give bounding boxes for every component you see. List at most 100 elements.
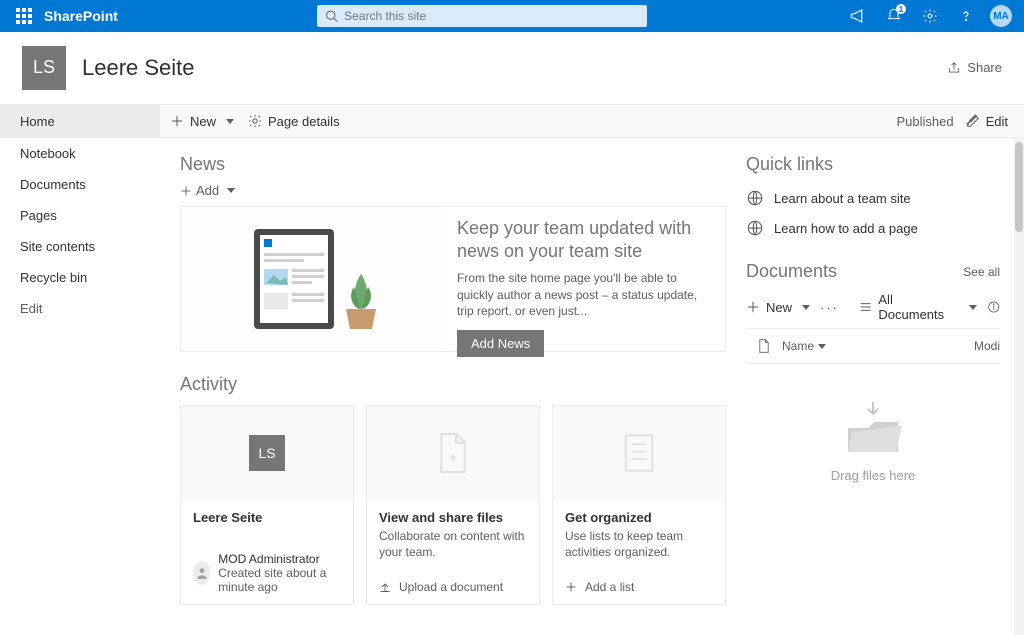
published-label: Published	[896, 114, 953, 129]
news-card: Keep your team updated with news on your…	[180, 206, 726, 352]
command-buttons: New Page details	[160, 105, 340, 137]
suite-icons: 1 MA	[846, 4, 1016, 28]
brand-label[interactable]: SharePoint	[44, 8, 118, 24]
search-icon	[325, 9, 338, 23]
documents-toolbar: New ··· All Documents	[746, 292, 1000, 329]
docs-view-label: All Documents	[878, 292, 958, 322]
quicklink-team-site[interactable]: Learn about a team site	[746, 183, 1000, 213]
upload-icon	[379, 581, 391, 593]
globe-icon	[746, 189, 764, 207]
list-icon	[621, 431, 657, 475]
news-illustration	[181, 207, 441, 351]
activity-card-footer: MOD Administrator Created site about a m…	[181, 542, 353, 604]
add-list-label: Add a list	[585, 580, 634, 594]
upload-document-button[interactable]: Upload a document	[367, 570, 539, 604]
new-label: New	[190, 114, 216, 129]
gear-icon	[248, 114, 262, 128]
help-button[interactable]	[954, 4, 978, 28]
account-avatar[interactable]: MA	[990, 5, 1012, 27]
activity-user: MOD Administrator	[218, 552, 341, 566]
documents-drop-zone[interactable]: Drag files here	[746, 400, 1000, 483]
docs-view-button[interactable]: All Documents	[859, 292, 976, 322]
site-logo-small: LS	[249, 435, 285, 471]
content-area: News Add	[160, 138, 1024, 635]
page-details-label: Page details	[268, 114, 340, 129]
main-column: News Add	[180, 154, 726, 605]
col-name[interactable]: Name	[782, 339, 826, 353]
docs-new-button[interactable]: New	[746, 300, 810, 315]
plus-icon	[746, 300, 760, 314]
person-icon	[193, 561, 210, 585]
news-body: From the site home page you'll be able t…	[457, 270, 713, 320]
documents-header: Documents See all	[746, 261, 1000, 282]
command-left: Home	[0, 105, 160, 137]
quicklink-label: Learn about a team site	[774, 191, 911, 206]
activity-card-desc: Collaborate on content with your team.	[379, 529, 527, 560]
search-container	[118, 5, 846, 27]
question-icon	[958, 8, 974, 24]
list-view-icon	[859, 300, 872, 314]
edit-page-button[interactable]: Edit	[966, 114, 1008, 129]
gear-icon	[922, 8, 938, 24]
tablet-plant-icon	[226, 219, 396, 339]
new-button[interactable]: New	[170, 114, 234, 129]
notifications-button[interactable]: 1	[882, 4, 906, 28]
col-modified[interactable]: Modi	[974, 339, 1000, 353]
nav-edit-button[interactable]: Edit	[0, 293, 160, 324]
waffle-icon	[16, 8, 32, 24]
quicklink-add-page[interactable]: Learn how to add a page	[746, 213, 1000, 243]
plus-icon	[565, 581, 577, 593]
notification-badge: 1	[896, 4, 906, 14]
share-label: Share	[967, 60, 1002, 75]
activity-thumb: LS	[181, 406, 353, 500]
activity-thumb	[367, 406, 539, 500]
activity-title: Activity	[180, 374, 726, 395]
activity-card-title: Leere Seite	[193, 510, 341, 525]
search-box[interactable]	[317, 5, 647, 27]
page-details-button[interactable]: Page details	[248, 114, 340, 129]
scrollbar-thumb[interactable]	[1015, 142, 1023, 232]
megaphone-button[interactable]	[846, 4, 870, 28]
activity-card-files[interactable]: View and share files Collaborate on cont…	[366, 405, 540, 605]
document-icon	[435, 431, 471, 475]
megaphone-icon	[849, 7, 867, 25]
app-launcher-button[interactable]	[8, 8, 40, 24]
quicklinks-title: Quick links	[746, 154, 1000, 175]
news-add-label: Add	[196, 183, 219, 198]
command-right: Published Edit	[896, 105, 1024, 137]
drop-hint-label: Drag files here	[831, 468, 916, 483]
nav-item-home[interactable]: Home	[0, 105, 160, 137]
settings-button[interactable]	[918, 4, 942, 28]
activity-card-desc: Use lists to keep team activities organi…	[565, 529, 713, 560]
nav-item-documents[interactable]: Documents	[0, 169, 160, 200]
add-news-button[interactable]: Add News	[457, 330, 544, 357]
plus-icon	[170, 114, 184, 128]
activity-card-title: View and share files	[379, 510, 527, 525]
see-all-link[interactable]: See all	[963, 265, 1000, 279]
activity-thumb	[553, 406, 725, 500]
nav-item-notebook[interactable]: Notebook	[0, 138, 160, 169]
share-button[interactable]: Share	[947, 60, 1002, 75]
search-input[interactable]	[344, 9, 639, 23]
left-nav: Notebook Documents Pages Site contents R…	[0, 138, 160, 635]
info-icon[interactable]	[987, 300, 1001, 314]
command-bar: Home New Page details Published Edit	[0, 104, 1024, 138]
docs-new-label: New	[766, 300, 792, 315]
activity-card-site[interactable]: LS Leere Seite MOD Administrator Created	[180, 405, 354, 605]
nav-item-recycle-bin[interactable]: Recycle bin	[0, 262, 160, 293]
scrollbar-track[interactable]	[1014, 138, 1024, 635]
news-text: Keep your team updated with news on your…	[457, 207, 725, 351]
activity-card-lists[interactable]: Get organized Use lists to keep team act…	[552, 405, 726, 605]
docs-more-button[interactable]: ···	[820, 300, 839, 315]
suite-bar: SharePoint 1 MA	[0, 0, 1024, 32]
site-title[interactable]: Leere Seite	[82, 55, 195, 81]
activity-card-title: Get organized	[565, 510, 713, 525]
pencil-icon	[966, 114, 980, 128]
news-add-button[interactable]: Add	[180, 183, 726, 198]
nav-item-site-contents[interactable]: Site contents	[0, 231, 160, 262]
nav-item-pages[interactable]: Pages	[0, 200, 160, 231]
add-list-button[interactable]: Add a list	[553, 570, 725, 604]
site-logo[interactable]: LS	[22, 46, 66, 90]
documents-columns: Name Modi	[746, 329, 1000, 364]
activity-timestamp: Created site about a minute ago	[218, 566, 341, 594]
